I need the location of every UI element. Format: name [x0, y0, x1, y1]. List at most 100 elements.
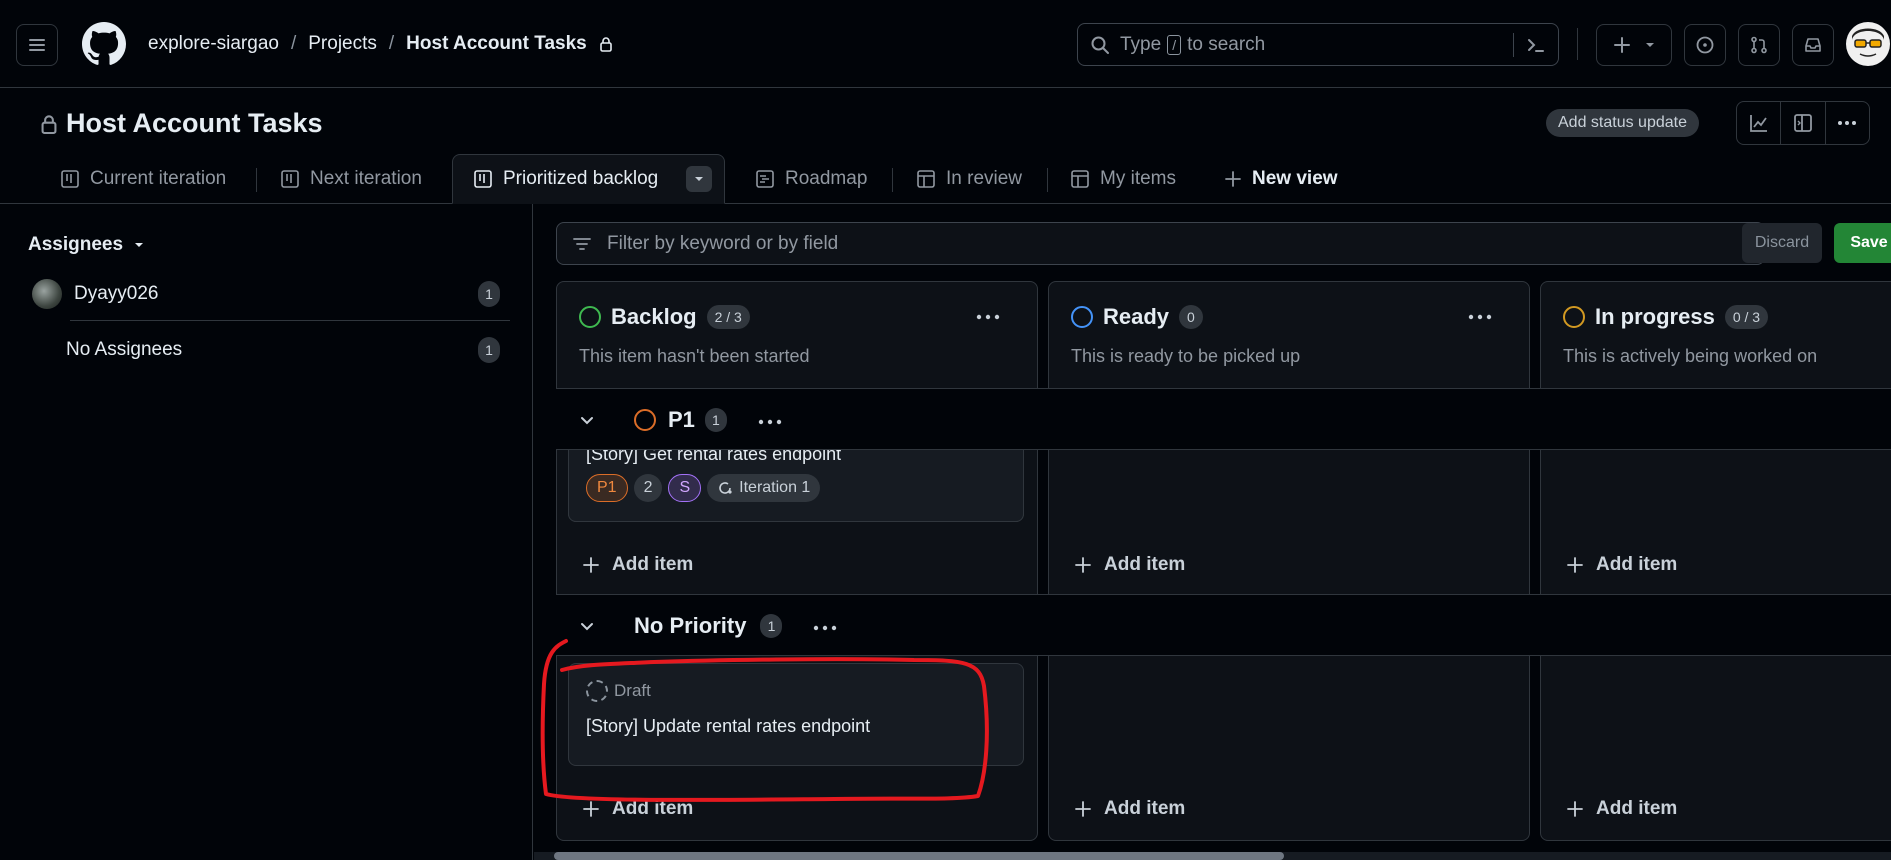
filter-placeholder: Filter by keyword or by field — [607, 232, 839, 254]
add-item-button[interactable]: Add item — [1566, 554, 1677, 576]
scrollbar-thumb[interactable] — [554, 852, 1284, 860]
inbox-button[interactable] — [1792, 24, 1834, 66]
search-shortcut-key: / — [1167, 34, 1182, 55]
slice-field-selector[interactable]: Assignees — [28, 234, 145, 256]
column-title: Backlog — [611, 304, 697, 329]
table-view-icon — [917, 170, 935, 188]
github-logo-icon[interactable] — [82, 22, 126, 66]
draft-issue-icon — [586, 680, 608, 702]
plus-icon — [1614, 37, 1630, 53]
add-item-button[interactable]: Add item — [582, 554, 693, 576]
plus-icon — [1225, 171, 1241, 187]
view-options-button[interactable] — [686, 166, 713, 192]
tab-roadmap[interactable]: Roadmap — [755, 154, 867, 204]
add-status-update-button[interactable]: Add status update — [1546, 109, 1699, 137]
iteration-label-text: Iteration 1 — [739, 479, 811, 496]
lock-icon — [41, 114, 57, 134]
project-more-button[interactable] — [1826, 102, 1869, 144]
column-menu-button[interactable] — [975, 302, 1001, 328]
tab-next-iteration[interactable]: Next iteration — [280, 154, 422, 204]
tab-prioritized-backlog[interactable]: Prioritized backlog — [452, 154, 726, 204]
add-item-label: Add item — [612, 798, 694, 819]
column-header: In progress 0 / 3 — [1563, 304, 1769, 330]
group-menu-button[interactable] — [757, 407, 783, 433]
breadcrumb-separator: / — [388, 33, 395, 54]
add-item-button[interactable]: Add item — [1074, 798, 1185, 820]
add-item-button[interactable]: Add item — [582, 798, 693, 820]
add-item-button[interactable]: Add item — [1074, 554, 1185, 576]
side-panel-toggle-button[interactable] — [1781, 102, 1826, 144]
group-menu-button[interactable] — [812, 613, 838, 639]
sidebar-item-count: 1 — [478, 281, 500, 307]
column-title: Ready — [1103, 304, 1170, 329]
view-tabs: Current iteration Next iteration Priorit… — [0, 154, 1891, 204]
card-title[interactable]: [Story] Update rental rates endpoint — [586, 716, 870, 737]
breadcrumb-project-link[interactable]: Host Account Tasks — [406, 33, 587, 55]
menu-icon — [29, 39, 45, 51]
user-avatar[interactable] — [1846, 22, 1890, 66]
column-header: Backlog 2 / 3 — [579, 304, 750, 330]
discard-button[interactable]: Discard — [1742, 223, 1822, 263]
tab-current-iteration[interactable]: Current iteration — [60, 154, 226, 204]
tab-label: My items — [1100, 168, 1176, 189]
horizontal-scrollbar[interactable] — [534, 852, 1891, 860]
iterations-icon — [719, 482, 732, 494]
tab-new-view[interactable]: New view — [1224, 154, 1338, 204]
add-item-label: Add item — [1596, 798, 1678, 819]
iteration-label: Iteration 1 — [707, 474, 821, 502]
filter-input[interactable]: Filter by keyword or by field — [556, 222, 1765, 265]
plus-icon — [583, 801, 599, 817]
group-title: No Priority — [634, 613, 747, 638]
global-header: explore-siargao / Projects / Host Accoun… — [0, 0, 1891, 88]
sidebar-expand-icon — [1794, 114, 1812, 132]
column-count: 0 — [1179, 305, 1203, 329]
issues-button[interactable] — [1684, 24, 1726, 66]
insights-button[interactable] — [1737, 102, 1782, 144]
chevron-down-icon[interactable] — [578, 411, 596, 429]
project-title-text: Host Account Tasks — [66, 108, 323, 138]
priority-circle-icon — [634, 409, 656, 431]
breadcrumb-owner-link[interactable]: explore-siargao — [148, 33, 279, 55]
add-item-button[interactable]: Add item — [1566, 798, 1677, 820]
column-count: 2 / 3 — [706, 305, 750, 329]
tab-label: Current iteration — [90, 168, 227, 189]
add-item-label: Add item — [1596, 554, 1678, 575]
pull-requests-button[interactable] — [1738, 24, 1780, 66]
card-update-rental-rates[interactable]: Draft [Story] Update rental rates endpoi… — [568, 663, 1024, 766]
group-header-content: No Priority 1 — [578, 595, 838, 657]
tab-label: Prioritized backlog — [503, 168, 659, 189]
command-palette-icon[interactable] — [1524, 33, 1548, 57]
sidebar-item-label: No Assignees — [66, 339, 183, 360]
card-labels: P1 2 S Iteration 1 — [586, 474, 821, 502]
sidebar-item-no-assignees[interactable]: No Assignees 1 — [66, 330, 500, 370]
card-get-rental-rates-visible[interactable]: [Story] Get rental rates endpoint P1 2 S… — [568, 444, 1024, 522]
save-button[interactable]: Save — [1834, 223, 1891, 263]
column-header: Ready 0 — [1071, 304, 1203, 330]
sidebar-divider — [70, 320, 510, 321]
group-title: P1 — [668, 407, 695, 432]
global-search-input[interactable]: Type / to search — [1077, 23, 1559, 66]
column-menu-button[interactable] — [1467, 302, 1493, 328]
hamburger-menu-button[interactable] — [16, 24, 58, 66]
git-pull-request-icon — [1751, 36, 1767, 54]
tab-my-items[interactable]: My items — [1070, 154, 1176, 204]
kebab-horizontal-icon — [1468, 314, 1492, 320]
breadcrumb: explore-siargao / Projects / Host Accoun… — [148, 33, 613, 55]
sidebar-item-dyayy026[interactable]: Dyayy026 1 — [32, 274, 500, 314]
size-label: S — [668, 474, 702, 502]
create-new-button[interactable] — [1596, 24, 1672, 66]
search-placeholder-suffix: to search — [1187, 33, 1266, 55]
chevron-down-icon[interactable] — [578, 617, 596, 635]
board-view-icon — [61, 170, 79, 188]
column-description: This is ready to be picked up — [1071, 346, 1301, 366]
column-description: This item hasn't been started — [579, 346, 810, 366]
plus-icon — [1567, 557, 1583, 573]
breadcrumb-projects-link[interactable]: Projects — [308, 33, 377, 55]
priority-label: P1 — [586, 474, 628, 502]
roadmap-view-icon — [756, 170, 774, 188]
tab-in-review[interactable]: In review — [916, 154, 1022, 204]
filter-icon — [573, 237, 591, 250]
column-count: 0 / 3 — [1724, 305, 1769, 329]
group-count: 1 — [704, 408, 727, 432]
tab-separator — [256, 168, 257, 192]
